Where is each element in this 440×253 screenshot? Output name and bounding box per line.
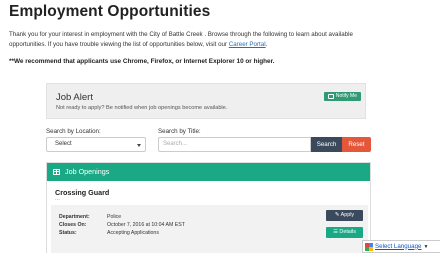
intro-line-1: Thank you for your interest in employmen… [9,31,353,38]
location-label: Search by Location: [46,128,101,135]
search-button[interactable]: Search [311,137,342,152]
status-value: Accepting Applications [107,230,159,236]
browser-note: **We recommend that applicants use Chrom… [9,58,275,65]
pencil-icon: ✎ [334,212,340,218]
department-value: Police [107,214,122,220]
job-description-ellipsis: ... [55,196,61,202]
closes-label: Closes On: [59,222,87,228]
list-icon: ☰ [333,229,338,235]
intro-text: Thank you for your interest in employmen… [9,30,429,50]
google-translate-icon [365,242,373,251]
table-icon [53,169,60,175]
reset-button[interactable]: Reset [342,137,371,152]
job-openings-header: Job Openings [47,163,370,181]
apply-label: Apply [340,212,355,218]
title-search-label: Search by Title: [158,128,201,135]
intro-end: . [265,41,268,48]
chevron-down-icon [137,144,141,147]
apply-button[interactable]: ✎ Apply [326,210,363,221]
select-language-link[interactable]: Select Language [375,241,421,253]
job-alert-subtitle: Not ready to apply? Be notified when job… [56,105,228,111]
job-card: Department: Police Closes On: October 7,… [51,205,368,253]
status-label: Status: [59,230,77,236]
envelope-icon [327,94,334,99]
location-select[interactable]: Select [46,137,146,152]
job-alert-title: Job Alert [56,92,93,103]
department-label: Department: [59,214,90,220]
language-selector[interactable]: Select Language ▼ [362,240,440,253]
title-search-input[interactable]: Search... [158,137,311,152]
notify-me-button[interactable]: Notify Me [323,92,361,101]
details-button[interactable]: ☰ Details [326,227,363,238]
job-alert-panel: Job Alert Not ready to apply? Be notifie… [46,83,366,119]
job-title[interactable]: Crossing Guard [55,188,109,197]
chevron-down-icon: ▼ [423,243,429,250]
page-title: Employment Opportunities [9,3,211,20]
job-openings-title: Job Openings [65,167,110,176]
career-portal-link[interactable]: Career Portal [229,41,266,48]
closes-value: October 7, 2016 at 10:04 AM EST [107,222,185,228]
job-openings-panel: Job Openings Crossing Guard ... Departme… [46,162,371,253]
intro-line-2: opportunities. If you have trouble viewi… [9,41,228,48]
location-select-value: Select [55,141,72,147]
details-label: Details [339,229,356,235]
notify-me-label: Notify Me [335,93,357,99]
